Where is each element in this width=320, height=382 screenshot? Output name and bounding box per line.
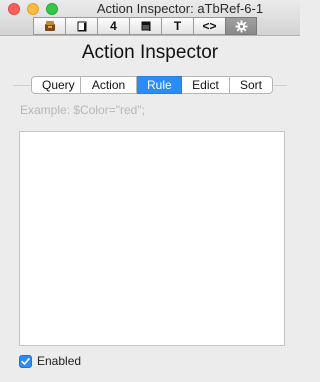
text-icon: T — [173, 19, 182, 33]
checkmark-icon — [21, 357, 30, 365]
code-icon: <> — [202, 19, 217, 33]
tab-edict[interactable]: Edict — [182, 76, 230, 94]
tab-action[interactable]: Action — [81, 76, 137, 94]
close-window-button[interactable] — [8, 3, 20, 15]
properties-tool-button[interactable] — [33, 17, 65, 35]
gear-icon — [235, 20, 248, 33]
enabled-toggle[interactable]: Enabled — [19, 354, 81, 368]
zoom-window-button[interactable] — [46, 3, 58, 15]
window-title: Action Inspector: aTbRef-6-1 — [96, 1, 264, 16]
rule-code-editor[interactable] — [19, 131, 285, 346]
title-bar: Action Inspector: aTbRef-6-1 4 T <> — [0, 0, 300, 36]
text-tool-button[interactable]: T — [161, 17, 193, 35]
appearance-icon — [140, 20, 152, 32]
number-4-icon: 4 — [110, 19, 117, 33]
appearance-tool-button[interactable] — [129, 17, 161, 35]
properties-icon — [44, 20, 56, 32]
note-icon — [76, 20, 88, 32]
action-inspector-window: Action Inspector: aTbRef-6-1 4 T <> Acti… — [0, 0, 300, 382]
action-tool-button[interactable] — [225, 17, 257, 35]
rule-example-hint: Example: $Color="red"; — [20, 103, 145, 117]
enabled-checkbox[interactable] — [19, 354, 32, 368]
tab-sort[interactable]: Sort — [230, 76, 273, 94]
number-tool-button[interactable]: 4 — [97, 17, 129, 35]
inspector-tabs: Query Action Rule Edict Sort — [31, 76, 273, 94]
tab-query[interactable]: Query — [31, 76, 81, 94]
code-tool-button[interactable]: <> — [193, 17, 225, 35]
minimize-window-button[interactable] — [27, 3, 39, 15]
tab-rule[interactable]: Rule — [137, 76, 182, 94]
inspector-heading: Action Inspector — [81, 42, 219, 63]
inspector-toolbar: 4 T <> — [33, 17, 257, 35]
note-tool-button[interactable] — [65, 17, 97, 35]
enabled-label: Enabled — [37, 354, 82, 368]
